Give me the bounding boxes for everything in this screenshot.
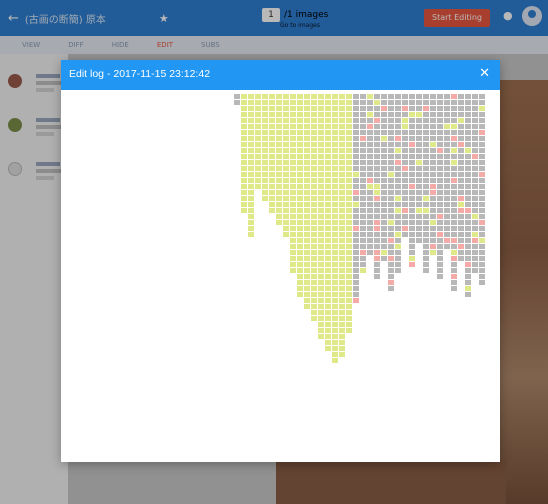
diff-text-column [283, 94, 289, 238]
diff-text-column [269, 94, 275, 214]
diff-text-column [430, 94, 436, 256]
diff-text-column [472, 94, 478, 274]
diff-text-column [304, 94, 310, 310]
dialog-header: Edit log - 2017-11-15 23:12:42 ✕ [61, 60, 500, 90]
diff-text-column [311, 94, 317, 322]
diff-text-column [339, 94, 345, 358]
diff-text-column [353, 94, 359, 304]
dialog-title: Edit log - 2017-11-15 23:12:42 [69, 68, 211, 80]
diff-text-column [248, 94, 254, 238]
diff-text-column [318, 94, 324, 340]
diff-text-column [290, 94, 296, 274]
edit-log-dialog: Edit log - 2017-11-15 23:12:42 ✕ [61, 60, 500, 462]
diff-text-column [465, 94, 471, 298]
diff-text-column [402, 94, 408, 238]
diff-text-column [325, 94, 331, 352]
diff-text-column [451, 94, 457, 292]
diff-text-column [276, 94, 282, 226]
diff-text-column [416, 94, 422, 244]
diff-text-column [437, 94, 443, 280]
diff-text-column [374, 94, 380, 280]
diff-text-column [395, 94, 401, 274]
diff-text-column [262, 94, 268, 202]
diff-text-column [297, 94, 303, 298]
close-icon[interactable]: ✕ [479, 66, 490, 81]
diff-text-column [381, 94, 387, 262]
diff-text-column [388, 94, 394, 292]
diff-text-column [423, 94, 429, 274]
diff-text-column [241, 94, 247, 214]
diff-text-column [409, 94, 415, 268]
diff-text-column [234, 94, 240, 106]
diff-text-column [360, 94, 366, 274]
diff-text-column [332, 94, 338, 364]
diff-text-column [255, 94, 261, 190]
diff-text-column [479, 94, 485, 286]
diff-text-column [346, 94, 352, 334]
diff-text-area [61, 90, 500, 462]
diff-text-column [458, 94, 464, 262]
diff-text-column [444, 94, 450, 250]
diff-text-column [367, 94, 373, 256]
